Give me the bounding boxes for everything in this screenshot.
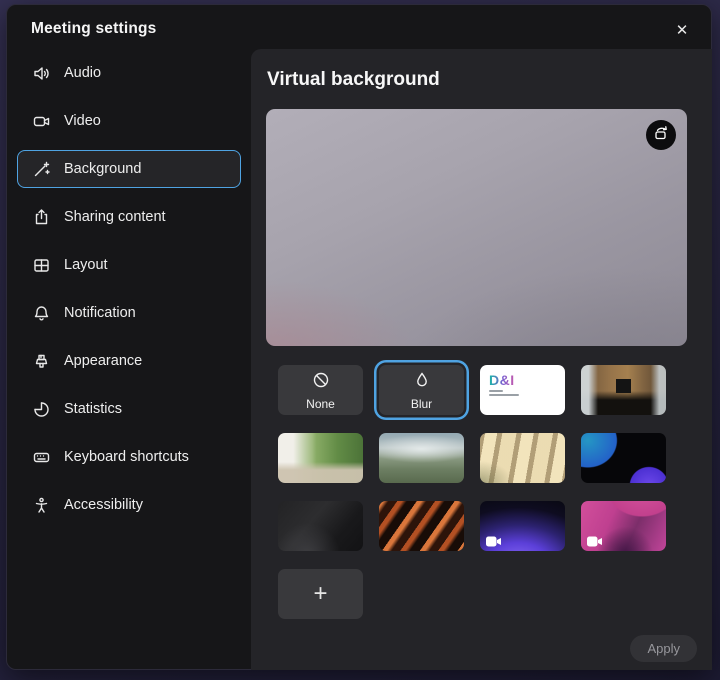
sidebar-item-audio[interactable]: Audio xyxy=(17,54,241,92)
tile-dark-swirl[interactable] xyxy=(278,501,363,551)
sidebar-item-accessibility[interactable]: Accessibility xyxy=(17,486,241,524)
sidebar-item-label: Keyboard shortcuts xyxy=(64,449,189,465)
sidebar-item-keyboard-shortcuts[interactable]: Keyboard shortcuts xyxy=(17,438,241,476)
meeting-settings-dialog: Meeting settings ✕ Audio Video Backgroun… xyxy=(6,4,712,670)
keyboard-icon xyxy=(32,448,51,467)
share-icon xyxy=(32,208,51,227)
sidebar-item-label: Sharing content xyxy=(64,209,166,225)
sidebar-item-label: Appearance xyxy=(64,353,142,369)
tile-dni-logo[interactable]: D&I xyxy=(480,365,565,415)
video-icon xyxy=(32,112,51,131)
close-icon: ✕ xyxy=(676,21,689,39)
dni-tagline xyxy=(489,390,519,396)
tile-label: None xyxy=(306,397,335,411)
tile-mountains[interactable] xyxy=(379,433,464,483)
audio-icon xyxy=(32,64,51,83)
dialog-title: Meeting settings xyxy=(31,20,157,38)
panel-heading: Virtual background xyxy=(267,69,440,91)
magic-wand-icon xyxy=(32,160,51,179)
none-slash-icon xyxy=(311,370,331,395)
tile-living-room[interactable] xyxy=(278,433,363,483)
tile-blur[interactable]: Blur xyxy=(379,365,464,415)
tile-purple-video[interactable] xyxy=(480,501,565,551)
virtual-background-panel: Virtual background None Blur xyxy=(251,49,712,670)
camera-preview xyxy=(266,109,687,346)
sidebar-item-statistics[interactable]: Statistics xyxy=(17,390,241,428)
camera-badge-icon xyxy=(587,534,602,545)
sidebar-item-label: Video xyxy=(64,113,101,129)
tile-office-room[interactable] xyxy=(581,365,666,415)
tile-window-light[interactable] xyxy=(480,433,565,483)
flip-camera-button[interactable] xyxy=(646,120,676,150)
sidebar-item-layout[interactable]: Layout xyxy=(17,246,241,284)
tile-none[interactable]: None xyxy=(278,365,363,415)
accessibility-icon xyxy=(32,496,51,515)
add-background-button[interactable]: + xyxy=(278,569,363,619)
sidebar-item-label: Notification xyxy=(64,305,136,321)
layout-grid-icon xyxy=(32,256,51,275)
sidebar-item-label: Statistics xyxy=(64,401,122,417)
sidebar-item-background[interactable]: Background xyxy=(17,150,241,188)
sidebar-item-notification[interactable]: Notification xyxy=(17,294,241,332)
sidebar-item-sharing-content[interactable]: Sharing content xyxy=(17,198,241,236)
bell-icon xyxy=(32,304,51,323)
apply-button[interactable]: Apply xyxy=(630,635,697,662)
close-button[interactable]: ✕ xyxy=(667,15,697,45)
sidebar-item-label: Layout xyxy=(64,257,108,273)
sidebar-item-label: Audio xyxy=(64,65,101,81)
background-tile-grid: None Blur D&I xyxy=(278,365,666,619)
paintbrush-icon xyxy=(32,352,51,371)
flip-camera-icon xyxy=(652,124,671,146)
tile-pink-video[interactable] xyxy=(581,501,666,551)
tile-abstract-blue[interactable] xyxy=(581,433,666,483)
camera-badge-icon xyxy=(486,534,501,545)
tile-label: Blur xyxy=(411,397,432,411)
sidebar-item-label: Accessibility xyxy=(64,497,143,513)
sidebar-item-video[interactable]: Video xyxy=(17,102,241,140)
pie-chart-icon xyxy=(32,400,51,419)
sidebar-item-label: Background xyxy=(64,161,141,177)
plus-icon: + xyxy=(313,582,327,606)
dni-logo-text: D&I xyxy=(489,372,519,388)
sidebar-item-appearance[interactable]: Appearance xyxy=(17,342,241,380)
blur-drop-icon xyxy=(412,370,432,395)
tile-lava[interactable] xyxy=(379,501,464,551)
